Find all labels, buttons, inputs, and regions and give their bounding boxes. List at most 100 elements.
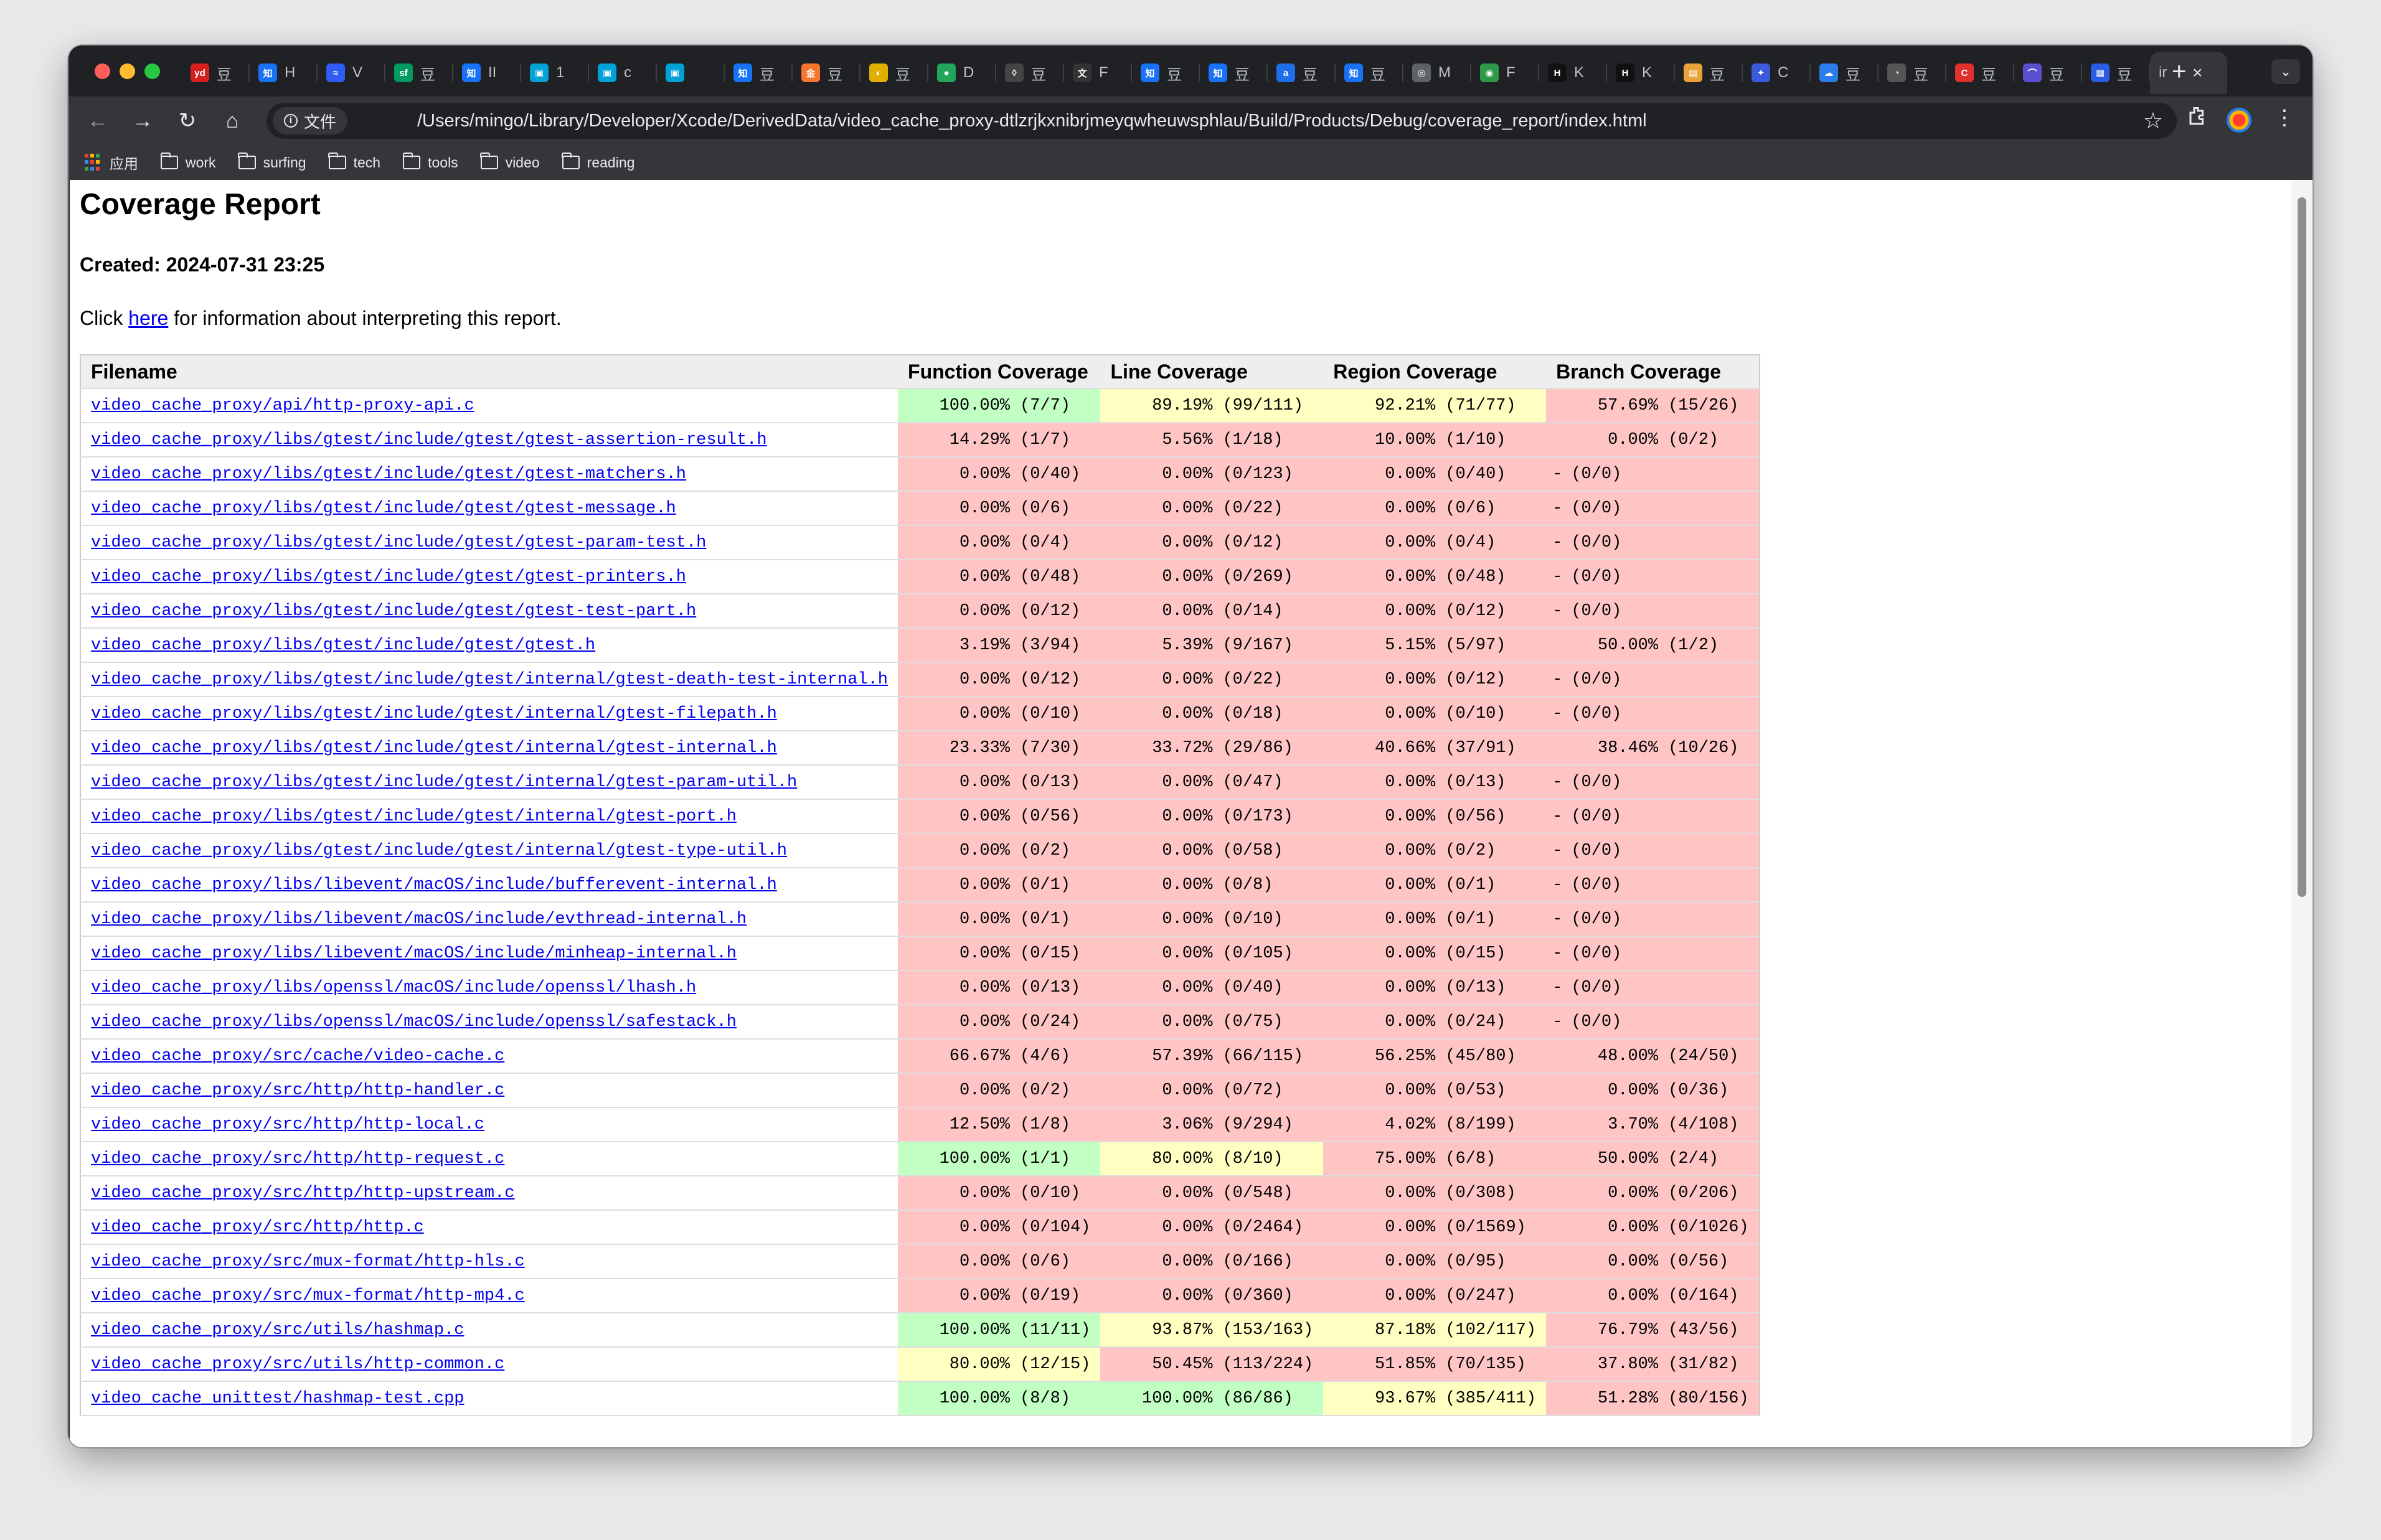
file-link[interactable]: video_cache_proxy/src/mux-format/http-mp… (91, 1287, 525, 1305)
bookmark-star-icon[interactable]: ☆ (2143, 108, 2163, 134)
file-link[interactable]: video_cache_proxy/src/utils/http-common.… (91, 1355, 504, 1374)
home-button[interactable]: ⌂ (217, 105, 248, 136)
browser-tab[interactable]: 知豆 (1336, 52, 1403, 94)
address-bar[interactable]: i 文件 /Users/mingo/Library/Developer/Xcod… (266, 103, 2177, 139)
table-row: video_cache_proxy/src/cache/video-cache.… (80, 1039, 1760, 1074)
browser-tab[interactable]: sf 豆 (385, 52, 453, 94)
file-link[interactable]: video_cache_proxy/libs/gtest/include/gte… (91, 431, 767, 449)
browser-tab[interactable]: HK (1539, 52, 1607, 94)
url-text[interactable]: /Users/mingo/Library/Developer/Xcode/Der… (417, 111, 1647, 131)
table-row: video_cache_proxy/src/utils/http-common.… (80, 1347, 1760, 1382)
bookmark-folder[interactable]: work (160, 153, 216, 171)
file-link[interactable]: video_cache_proxy/src/http/http-request.… (91, 1150, 504, 1168)
file-link[interactable]: video_cache_proxy/libs/gtest/include/gte… (91, 602, 696, 621)
browser-tab[interactable]: ◉ F (1471, 52, 1539, 94)
file-link[interactable]: video_cache_proxy/libs/gtest/include/gte… (91, 636, 595, 655)
line-coverage-value: 0.00% (0/360) (1162, 1286, 1293, 1305)
file-link[interactable]: video_cache_proxy/src/cache/video-cache.… (91, 1047, 504, 1066)
browser-tab[interactable]: ● D (928, 52, 996, 94)
column-header: Line Coverage (1100, 355, 1324, 389)
forward-button[interactable]: → (127, 105, 158, 136)
line-coverage-value: 0.00% (0/123) (1162, 464, 1293, 484)
file-link[interactable]: video_cache_proxy/libs/libevent/macOS/in… (91, 876, 777, 894)
file-link[interactable]: video_cache_proxy/libs/libevent/macOS/in… (91, 944, 737, 963)
fullscreen-window-button[interactable] (144, 63, 160, 79)
bookmark-folder[interactable]: reading (562, 153, 634, 171)
bookmark-folder[interactable]: tools (402, 153, 458, 171)
close-window-button[interactable] (95, 63, 110, 79)
file-link[interactable]: video_cache_proxy/api/http-proxy-api.c (91, 397, 474, 415)
file-link[interactable]: video_cache_proxy/src/http/http-upstream… (91, 1184, 515, 1203)
browser-tab[interactable]: ◐ 豆 (860, 52, 928, 94)
file-link[interactable]: video_cache_unittest/hashmap-test.cpp (91, 1389, 464, 1408)
file-link[interactable]: video_cache_proxy/libs/openssl/macOS/inc… (91, 979, 696, 997)
minimize-window-button[interactable] (120, 63, 135, 79)
file-link[interactable]: video_cache_proxy/libs/gtest/include/gte… (91, 465, 686, 484)
table-row: video_cache_proxy/libs/openssl/macOS/inc… (80, 1005, 1760, 1040)
browser-tab[interactable]: a豆 (1268, 52, 1336, 94)
file-link[interactable]: video_cache_proxy/libs/openssl/macOS/inc… (91, 1013, 737, 1031)
browser-tab[interactable]: yd 豆 (182, 52, 250, 94)
file-link[interactable]: video_cache_proxy/src/http/http.c (91, 1218, 424, 1237)
file-link[interactable]: video_cache_proxy/libs/gtest/include/gte… (91, 670, 888, 689)
browser-tab[interactable]: ☁ 豆 (1811, 52, 1879, 94)
browser-tab[interactable]: 知豆 (725, 52, 793, 94)
browser-tab[interactable]: ≈ V (318, 52, 385, 94)
region-coverage-value: 0.00% (0/1) (1385, 909, 1496, 929)
active-tab[interactable]: ir × (2150, 52, 2227, 94)
function-coverage-cell: 0.00% (0/10) (898, 1176, 1101, 1211)
profile-avatar[interactable] (2227, 108, 2251, 133)
bookmark-folder[interactable]: surfing (238, 153, 306, 171)
file-link[interactable]: video_cache_proxy/libs/gtest/include/gte… (91, 773, 797, 792)
browser-tab[interactable]: ◎ M (1403, 52, 1471, 94)
browser-tab[interactable]: ⌒ 豆 (2014, 52, 2082, 94)
file-link[interactable]: video_cache_proxy/libs/gtest/include/gte… (91, 568, 686, 586)
file-link[interactable]: video_cache_proxy/libs/gtest/include/gte… (91, 533, 706, 552)
tab-search-button[interactable]: ⌄ (2271, 59, 2300, 84)
file-link[interactable]: video_cache_proxy/src/http/http-local.c (91, 1115, 484, 1134)
browser-tab[interactable]: C豆 (1946, 52, 2014, 94)
info-icon: i (284, 114, 298, 128)
file-link[interactable]: video_cache_proxy/libs/gtest/include/gte… (91, 807, 737, 826)
browser-tab[interactable]: ◊ 豆 (996, 52, 1064, 94)
extensions-puzzle-icon[interactable] (2187, 105, 2209, 133)
branch-coverage-value: - (0/0) (1552, 875, 1622, 894)
browser-tab[interactable]: 知H (250, 52, 318, 94)
scrollbar-thumb[interactable] (2298, 197, 2306, 897)
browser-tab[interactable]: ▣ c (589, 52, 657, 94)
bookmark-folder[interactable]: video (480, 153, 540, 171)
bookmark-apps[interactable]: 应用 (85, 152, 138, 173)
branch-coverage-cell: - (0/0) (1546, 970, 1760, 1005)
browser-tab[interactable]: 知 II (453, 52, 521, 94)
site-info-chip[interactable]: i 文件 (273, 107, 348, 134)
browser-tab[interactable]: HK (1607, 52, 1675, 94)
tab-close-icon[interactable]: × (2192, 63, 2202, 83)
file-link[interactable]: video_cache_proxy/libs/gtest/include/gte… (91, 739, 777, 758)
browser-tab[interactable]: 知豆 (1200, 52, 1268, 94)
file-link[interactable]: video_cache_proxy/src/http/http-handler.… (91, 1081, 504, 1100)
browser-tab[interactable]: ▣ 1 (521, 52, 589, 94)
file-link[interactable]: video_cache_proxy/libs/gtest/include/gte… (91, 842, 787, 860)
file-link[interactable]: video_cache_proxy/libs/gtest/include/gte… (91, 499, 676, 518)
new-tab-button[interactable]: + (2172, 58, 2186, 85)
file-link[interactable]: video_cache_proxy/src/mux-format/http-hl… (91, 1252, 525, 1271)
reload-button[interactable]: ↻ (172, 105, 203, 136)
file-link[interactable]: video_cache_proxy/src/utils/hashmap.c (91, 1321, 464, 1340)
page-scrollbar[interactable] (2291, 180, 2313, 1447)
browser-tab[interactable]: 知豆 (1132, 52, 1200, 94)
file-link[interactable]: video_cache_proxy/libs/gtest/include/gte… (91, 705, 777, 723)
file-link[interactable]: video_cache_proxy/libs/libevent/macOS/in… (91, 910, 747, 929)
filename-cell: video_cache_proxy/libs/gtest/include/gte… (80, 799, 898, 834)
browser-tab[interactable]: ▦ 豆 (2082, 52, 2150, 94)
browser-tab[interactable]: 金豆 (793, 52, 860, 94)
help-link[interactable]: here (128, 307, 168, 329)
bookmark-folder[interactable]: tech (328, 153, 380, 171)
more-menu-icon[interactable]: ⋮ (2274, 105, 2295, 130)
browser-tab[interactable]: ▤ 豆 (1675, 52, 1743, 94)
browser-tab[interactable]: ✦ C (1743, 52, 1811, 94)
function-coverage-value: 0.00% (0/10) (959, 1183, 1081, 1203)
browser-tab[interactable]: ◔ 豆 (1879, 52, 1946, 94)
browser-tab[interactable]: ▣ (657, 52, 725, 94)
back-button[interactable]: ← (82, 105, 113, 136)
browser-tab[interactable]: 文F (1064, 52, 1132, 94)
